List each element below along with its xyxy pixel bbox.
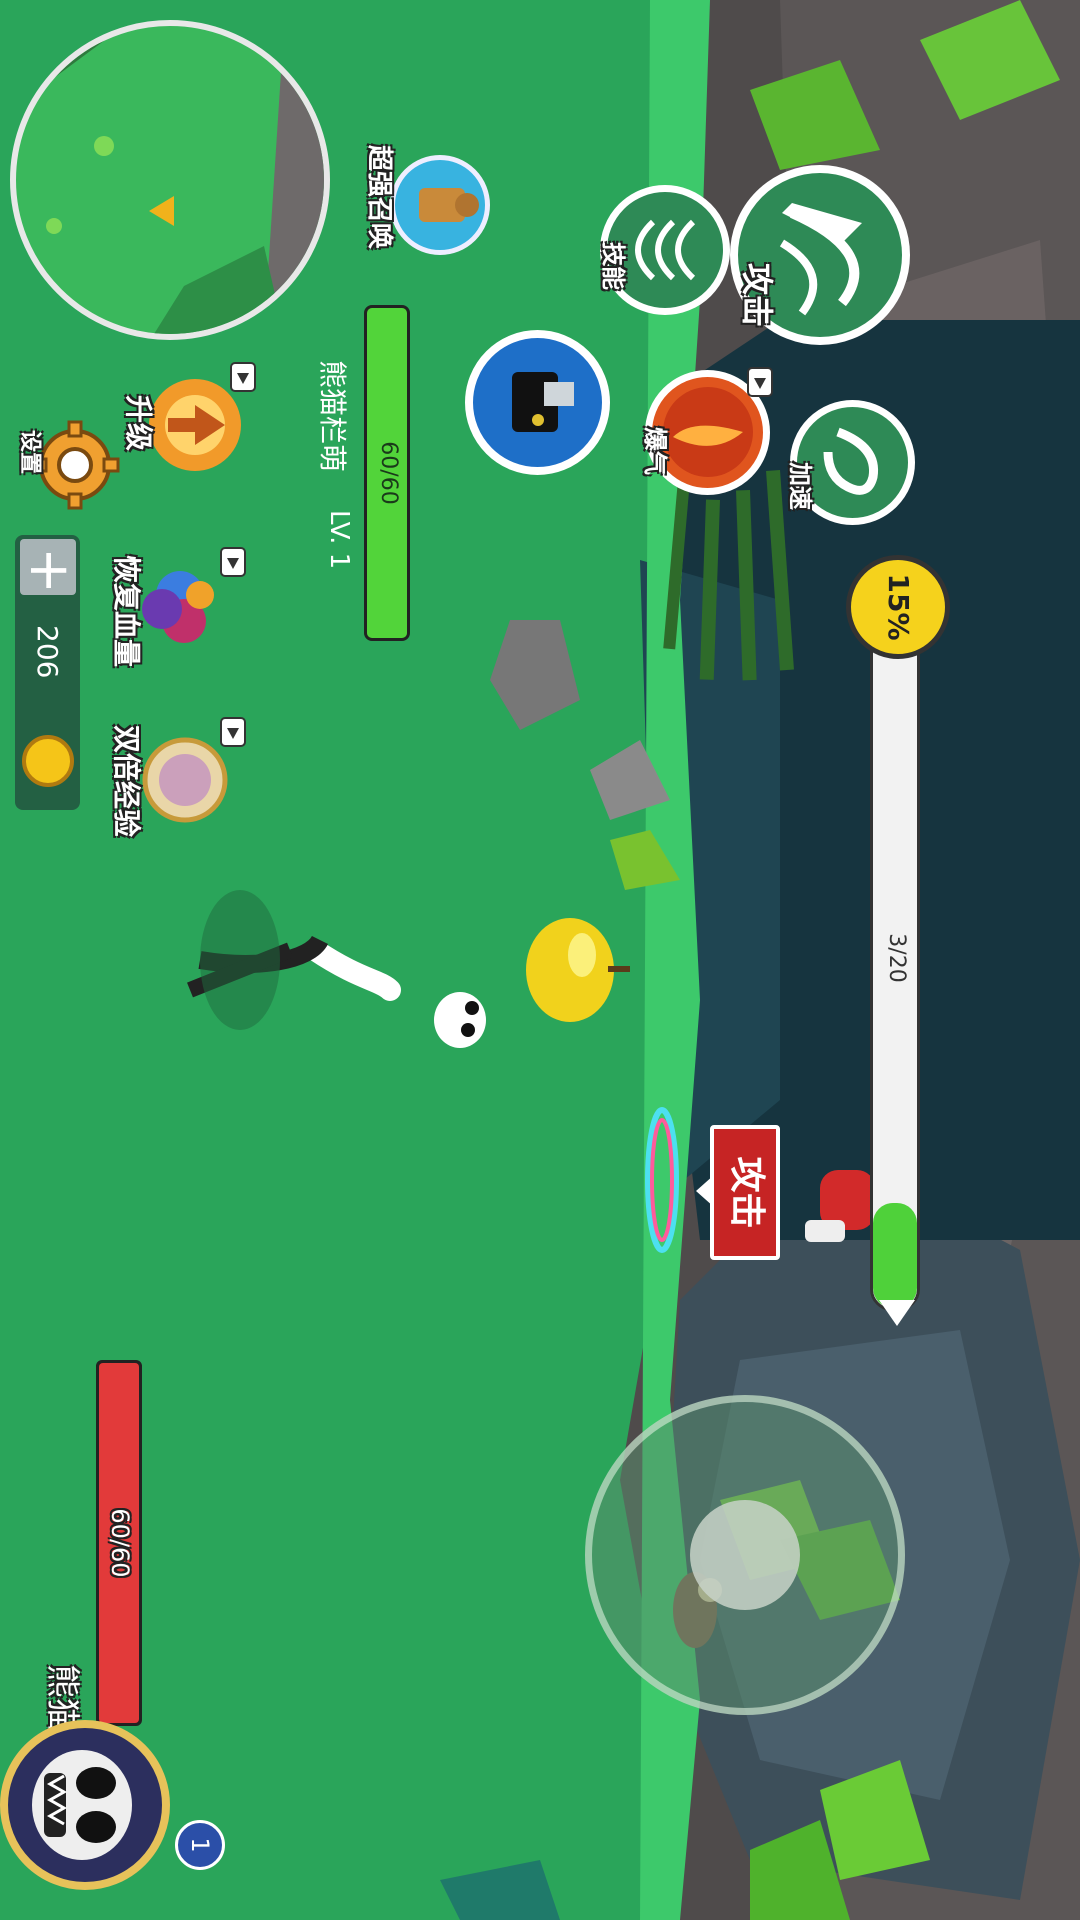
target-portrait <box>465 330 610 475</box>
upgrade-button[interactable]: 升级 <box>120 362 256 500</box>
game-scene: 60/60 熊猫栏萌 1 <box>0 0 1080 1920</box>
player-avatar[interactable] <box>0 1720 170 1890</box>
panda-face-icon <box>32 1750 132 1860</box>
settings-button[interactable]: 设置 <box>10 420 120 530</box>
target-level: LV. 1 <box>324 510 354 570</box>
golem-icon <box>390 155 490 255</box>
super-summon-button[interactable]: 超强召唤 <box>350 140 500 290</box>
player-marker-icon <box>149 196 174 226</box>
level-progress-count: 3/20 <box>884 933 909 983</box>
attack-hint-text: 攻击 <box>726 1156 767 1229</box>
level-progress-bar: 3/20 <box>870 605 920 1311</box>
burst-button[interactable]: 爆气 <box>641 367 773 495</box>
level-progress-percent: 15% <box>846 555 950 659</box>
coin-value: 206 <box>31 625 64 679</box>
minimap[interactable] <box>10 20 330 340</box>
player-hp-bar-track: 60/60 <box>96 1360 142 1726</box>
attack-button[interactable]: 攻击 <box>730 165 910 345</box>
upgrade-label: 升级 <box>122 395 155 452</box>
restore-hp-label: 恢复血量 <box>110 555 143 668</box>
add-coins-button[interactable]: + <box>17 539 82 595</box>
speed-label: 加速 <box>786 462 814 510</box>
restore-hp-button[interactable]: 恢复血量 <box>110 547 246 715</box>
joystick-base[interactable] <box>585 1395 905 1715</box>
coin-panel: 206 + <box>15 535 82 810</box>
skill-button[interactable]: 技能 <box>599 185 730 315</box>
video-ad-icon <box>230 362 256 392</box>
double-exp-label: 双倍经验 <box>110 725 143 838</box>
target-hp-text: 60/60 <box>376 441 401 505</box>
skill-label: 技能 <box>599 242 627 290</box>
video-ad-icon <box>747 367 773 397</box>
video-ad-icon <box>220 717 246 747</box>
coin-icon <box>22 735 74 787</box>
speed-button[interactable]: 加速 <box>786 400 915 525</box>
progress-end-arrow-icon <box>879 1300 915 1326</box>
joystick-knob[interactable] <box>690 1500 800 1610</box>
player-hp-text: 60/60 <box>106 1508 134 1578</box>
target-hp-bar: 60/60 <box>364 305 410 641</box>
super-summon-label: 超强召唤 <box>364 145 394 250</box>
minimap-terrain <box>16 26 324 334</box>
attack-label: 攻击 <box>738 263 776 328</box>
video-ad-icon <box>220 547 246 577</box>
burst-label: 爆气 <box>641 427 669 475</box>
player-level-text: 1 <box>186 1837 214 1853</box>
double-exp-button[interactable]: 双倍经验 <box>110 717 246 885</box>
level-progress-percent-text: 15% <box>882 573 915 641</box>
player-level-badge: 1 <box>175 1820 225 1870</box>
attack-hint-bubble: 攻击 <box>710 1125 780 1260</box>
target-name: 熊猫栏萌 <box>316 360 349 473</box>
settings-label: 设置 <box>17 430 42 475</box>
bubble-tail <box>696 1175 714 1207</box>
plus-icon: + <box>17 547 82 594</box>
